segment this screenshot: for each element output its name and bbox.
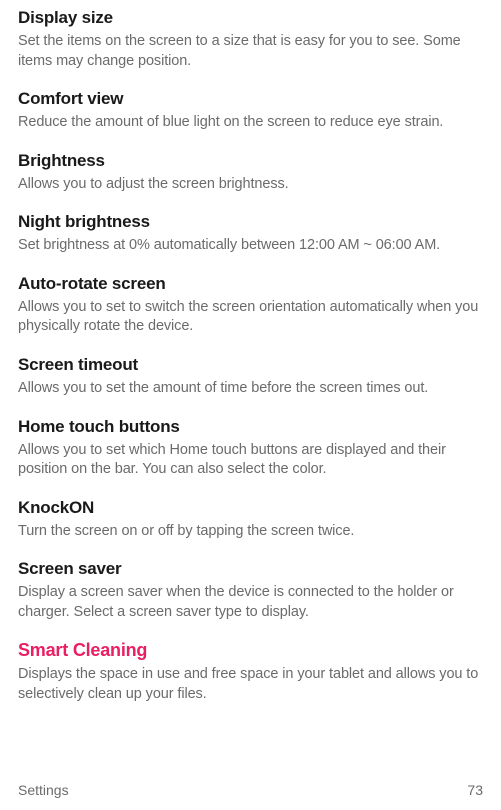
section-title: Auto-rotate screen [18,274,483,294]
setting-section-knockon: KnockON Turn the screen on or off by tap… [18,498,483,542]
setting-section-display-size: Display size Set the items on the screen… [18,8,483,71]
section-title: Smart Cleaning [18,640,483,661]
setting-section-screen-saver: Screen saver Display a screen saver when… [18,559,483,622]
page-footer: Settings 73 [18,782,483,798]
section-title: Screen saver [18,559,483,579]
section-desc: Allows you to adjust the screen brightne… [18,175,483,195]
section-desc: Set the items on the screen to a size th… [18,32,483,71]
setting-section-comfort-view: Comfort view Reduce the amount of blue l… [18,89,483,133]
section-title: Display size [18,8,483,28]
section-desc: Allows you to set which Home touch butto… [18,441,483,480]
setting-section-home-touch-buttons: Home touch buttons Allows you to set whi… [18,417,483,480]
setting-section-brightness: Brightness Allows you to adjust the scre… [18,151,483,195]
section-desc: Display a screen saver when the device i… [18,583,483,622]
section-desc: Turn the screen on or off by tapping the… [18,522,483,542]
section-desc: Set brightness at 0% automatically betwe… [18,236,483,256]
setting-section-screen-timeout: Screen timeout Allows you to set the amo… [18,355,483,399]
section-title: Brightness [18,151,483,171]
section-desc: Allows you to set to switch the screen o… [18,298,483,337]
section-desc: Displays the space in use and free space… [18,665,483,704]
section-title: Comfort view [18,89,483,109]
section-title: Screen timeout [18,355,483,375]
footer-page-number: 73 [467,782,483,798]
section-title: Home touch buttons [18,417,483,437]
section-desc: Reduce the amount of blue light on the s… [18,113,483,133]
section-desc: Allows you to set the amount of time bef… [18,379,483,399]
setting-section-auto-rotate: Auto-rotate screen Allows you to set to … [18,274,483,337]
footer-category: Settings [18,782,69,798]
setting-section-night-brightness: Night brightness Set brightness at 0% au… [18,212,483,256]
section-title: Night brightness [18,212,483,232]
section-title: KnockON [18,498,483,518]
setting-section-smart-cleaning: Smart Cleaning Displays the space in use… [18,640,483,704]
